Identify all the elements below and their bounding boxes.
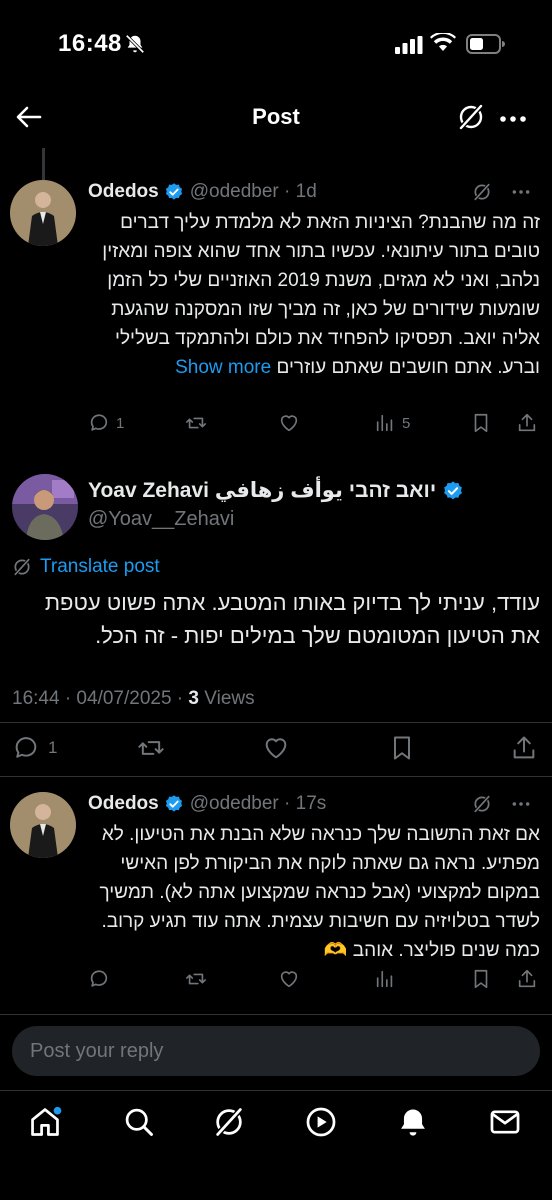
status-time: 16:48 xyxy=(58,30,122,57)
verified-icon xyxy=(165,183,182,200)
author-handle: @odedber · 1d xyxy=(189,181,317,202)
like-icon xyxy=(265,738,287,759)
grok-icon[interactable] xyxy=(472,182,492,202)
views-label: Views xyxy=(199,688,255,709)
search-icon[interactable] xyxy=(122,1105,156,1139)
like-icon xyxy=(280,971,298,988)
repost-icon xyxy=(186,417,206,429)
author-name[interactable]: Yoav Zehavi יואב זהבי يوأف زهافي xyxy=(88,478,436,503)
wifi-icon xyxy=(430,33,456,51)
play-icon[interactable] xyxy=(304,1105,338,1139)
author-line: Odedos @odedber · 17s xyxy=(88,792,326,816)
divider xyxy=(0,722,552,723)
notifications-icon[interactable] xyxy=(396,1105,430,1139)
thread-line xyxy=(42,148,45,180)
post-actions xyxy=(88,968,540,998)
post-text-line: את הטיעון המטומטם שלך במילים יפות - זה ה… xyxy=(95,623,540,648)
author-name[interactable]: Odedos xyxy=(88,793,159,815)
repost-button[interactable] xyxy=(136,734,166,762)
share-icon xyxy=(518,969,536,988)
views-icon xyxy=(376,970,393,988)
grok-icon[interactable] xyxy=(212,1105,246,1139)
bookmark-icon xyxy=(474,413,488,433)
views-icon xyxy=(376,414,393,432)
reply-button[interactable] xyxy=(88,968,110,990)
repost-button[interactable] xyxy=(184,968,208,990)
messages-icon[interactable] xyxy=(488,1105,522,1139)
avatar[interactable] xyxy=(12,474,78,540)
share-button[interactable] xyxy=(516,968,538,990)
views-count: 5 xyxy=(402,414,411,432)
author-line: Yoav Zehavi יואב זהבי يوأف زهافي xyxy=(88,478,464,503)
author-name[interactable]: Odedos xyxy=(88,181,159,203)
share-icon xyxy=(513,736,535,759)
translate-label: Translate post xyxy=(40,556,160,577)
divider xyxy=(0,1014,552,1015)
avatar[interactable] xyxy=(10,792,76,858)
more-icon[interactable] xyxy=(498,104,528,134)
reply-button[interactable]: 1 xyxy=(12,734,57,762)
post-text-line: עודד, עניתי לך בדיוק באותו המטבע. אתה פש… xyxy=(44,590,540,615)
repost-button[interactable] xyxy=(184,412,208,434)
post-header: Post xyxy=(0,92,552,148)
home-icon[interactable] xyxy=(28,1105,62,1139)
bookmark-button[interactable] xyxy=(470,412,492,434)
share-icon xyxy=(518,413,536,432)
like-icon xyxy=(280,415,298,432)
verified-icon xyxy=(165,795,182,812)
share-button[interactable] xyxy=(516,412,538,434)
reply-icon xyxy=(90,414,108,431)
reply-button[interactable]: 1 xyxy=(88,412,124,434)
show-more-link[interactable]: Show more xyxy=(175,357,271,378)
reply-icon xyxy=(90,970,108,987)
post-actions: 1 xyxy=(12,734,540,766)
divider xyxy=(0,776,552,777)
like-button[interactable] xyxy=(278,412,300,434)
repost-icon xyxy=(186,973,206,985)
translate-icon xyxy=(13,557,31,577)
bottom-nav xyxy=(0,1090,552,1200)
like-button[interactable] xyxy=(262,734,290,762)
views-button[interactable] xyxy=(374,968,396,990)
reply-input[interactable]: Post your reply xyxy=(12,1026,540,1076)
more-icon[interactable] xyxy=(510,182,532,202)
bookmark-icon xyxy=(474,969,488,989)
translate-post-link[interactable]: Translate post xyxy=(12,556,160,578)
grok-icon[interactable] xyxy=(472,794,492,814)
reply-count: 1 xyxy=(48,738,58,757)
author-handle: @odedber · 17s xyxy=(189,793,327,814)
post-text-content: זה מה שהבנת? הציניות הזאת לא מלמדת עליך … xyxy=(102,212,540,378)
like-button[interactable] xyxy=(278,968,300,990)
post-timestamp[interactable]: 16:44 · 04/07/2025 · xyxy=(12,688,188,709)
bookmark-button[interactable] xyxy=(388,734,416,762)
share-button[interactable] xyxy=(510,734,538,762)
reply-icon xyxy=(15,737,37,758)
post-text: זה מה שהבנת? הציניות הזאת לא מלמדת עליך … xyxy=(88,208,540,382)
avatar[interactable] xyxy=(10,180,76,246)
author-line: Odedos @odedber · 1d xyxy=(88,180,317,204)
bell-slash-icon xyxy=(125,34,145,54)
bookmark-icon xyxy=(394,736,410,760)
reply-count: 1 xyxy=(116,414,125,432)
views-button[interactable]: 5 xyxy=(374,412,410,434)
post-text: אם זאת התשובה שלך כנראה שלא הבנת את הטיע… xyxy=(99,824,540,961)
post-tools xyxy=(472,794,532,814)
more-icon[interactable] xyxy=(510,794,532,814)
author-handle: @Yoav__Zehavi xyxy=(88,508,235,530)
bookmark-button[interactable] xyxy=(470,968,492,990)
signal-icon xyxy=(395,36,423,54)
post-text: עודד, עניתי לך בדיוק באותו המטבע. אתה פש… xyxy=(12,586,540,652)
battery-icon xyxy=(466,34,505,54)
views-count: 3 xyxy=(188,688,199,709)
post-actions: 1 5 xyxy=(88,412,540,442)
repost-icon xyxy=(138,741,164,755)
post-meta: 16:44 · 04/07/2025 · 3 Views xyxy=(12,688,255,710)
status-bar: 16:48 xyxy=(0,0,552,92)
grok-icon[interactable] xyxy=(456,102,486,132)
verified-icon xyxy=(444,480,463,499)
post-tools xyxy=(472,182,532,202)
